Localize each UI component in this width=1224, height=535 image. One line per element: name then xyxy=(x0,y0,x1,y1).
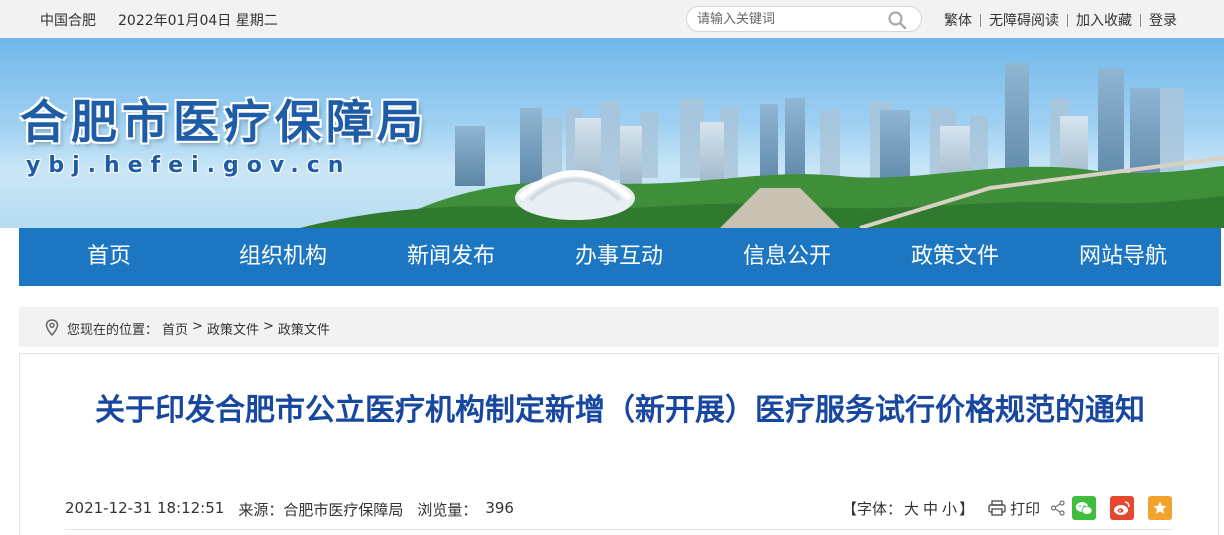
nav-item-home[interactable]: 首页 xyxy=(19,228,199,286)
nav-item-disclosure[interactable]: 信息公开 xyxy=(703,228,871,286)
article-panel: 关于印发合肥市公立医疗机构制定新增（新开展）医疗服务试行价格规范的通知 2021… xyxy=(19,353,1219,535)
nav-item-sitemap[interactable]: 网站导航 xyxy=(1039,228,1207,286)
views-count: 396 xyxy=(485,499,514,517)
location-pin-icon xyxy=(45,319,59,336)
breadcrumb-separator: > xyxy=(262,319,274,334)
search-box xyxy=(686,6,922,32)
nav-item-policy[interactable]: 政策文件 xyxy=(871,228,1039,286)
font-size-small[interactable]: 小 xyxy=(942,498,957,519)
breadcrumb-separator: > xyxy=(192,319,203,334)
search-input[interactable] xyxy=(697,10,877,28)
share-icon xyxy=(1050,500,1065,516)
main-nav: 首页 组织机构 新闻发布 办事互动 信息公开 政策文件 网站导航 xyxy=(19,228,1221,286)
views-label: 浏览量： xyxy=(417,501,478,519)
font-size-label-close: 】 xyxy=(959,499,975,518)
font-size-large[interactable]: 大 xyxy=(904,498,919,519)
site-domain: ybj.hefei.gov.cn xyxy=(26,153,352,178)
top-links: 繁体 无障碍阅读 加入收藏 登录 xyxy=(944,10,1177,30)
article-source: 来源：合肥市医疗保障局 xyxy=(238,501,404,519)
nav-item-organization[interactable]: 组织机构 xyxy=(199,228,367,286)
breadcrumb-policy-sub[interactable]: 政策文件 xyxy=(278,319,330,338)
article-tools: 【字体： 大 中 小 】 打印 xyxy=(842,496,1173,520)
login-link[interactable]: 登录 xyxy=(1149,10,1177,30)
font-size-medium[interactable]: 中 xyxy=(923,498,938,519)
divider xyxy=(980,13,981,27)
publish-datetime: 2021-12-31 18:12:51 xyxy=(65,499,225,517)
article-title: 关于印发合肥市公立医疗机构制定新增（新开展）医疗服务试行价格规范的通知 xyxy=(95,393,1145,428)
current-date: 2022年01月04日 星期二 xyxy=(118,13,278,29)
print-icon[interactable] xyxy=(988,500,1006,516)
accessibility-link[interactable]: 无障碍阅读 xyxy=(989,10,1059,30)
wechat-share-icon[interactable] xyxy=(1072,496,1097,520)
divider xyxy=(65,529,1173,530)
top-bar: 中国合肥 2022年01月04日 星期二 繁体 无障碍阅读 加入收藏 登录 xyxy=(0,0,1224,38)
favorite-star-icon[interactable] xyxy=(1148,496,1173,520)
traditional-chinese-link[interactable]: 繁体 xyxy=(944,10,972,30)
divider xyxy=(1067,13,1068,27)
breadcrumb-prefix: 您现在的位置： xyxy=(67,323,159,338)
breadcrumb-home[interactable]: 首页 xyxy=(162,319,188,338)
header-banner: 合肥市医疗保障局 ybj.hefei.gov.cn xyxy=(0,38,1224,228)
article-meta: 2021-12-31 18:12:51 来源：合肥市医疗保障局 浏览量： 396 xyxy=(65,499,528,520)
nav-item-services[interactable]: 办事互动 xyxy=(535,228,703,286)
divider xyxy=(1140,13,1141,27)
font-size-label: 【字体： xyxy=(842,499,903,518)
site-title: 合肥市医疗保障局 xyxy=(20,95,428,149)
add-favorite-link[interactable]: 加入收藏 xyxy=(1076,10,1132,30)
nav-item-news[interactable]: 新闻发布 xyxy=(367,228,535,286)
breadcrumb-policy[interactable]: 政策文件 xyxy=(207,319,259,338)
search-icon[interactable] xyxy=(887,10,907,30)
site-name[interactable]: 中国合肥 xyxy=(40,10,96,30)
breadcrumb: 您现在的位置： 首页 > 政策文件 > 政策文件 xyxy=(19,307,1219,347)
print-button[interactable]: 打印 xyxy=(1010,498,1040,519)
weibo-share-icon[interactable] xyxy=(1110,496,1135,520)
